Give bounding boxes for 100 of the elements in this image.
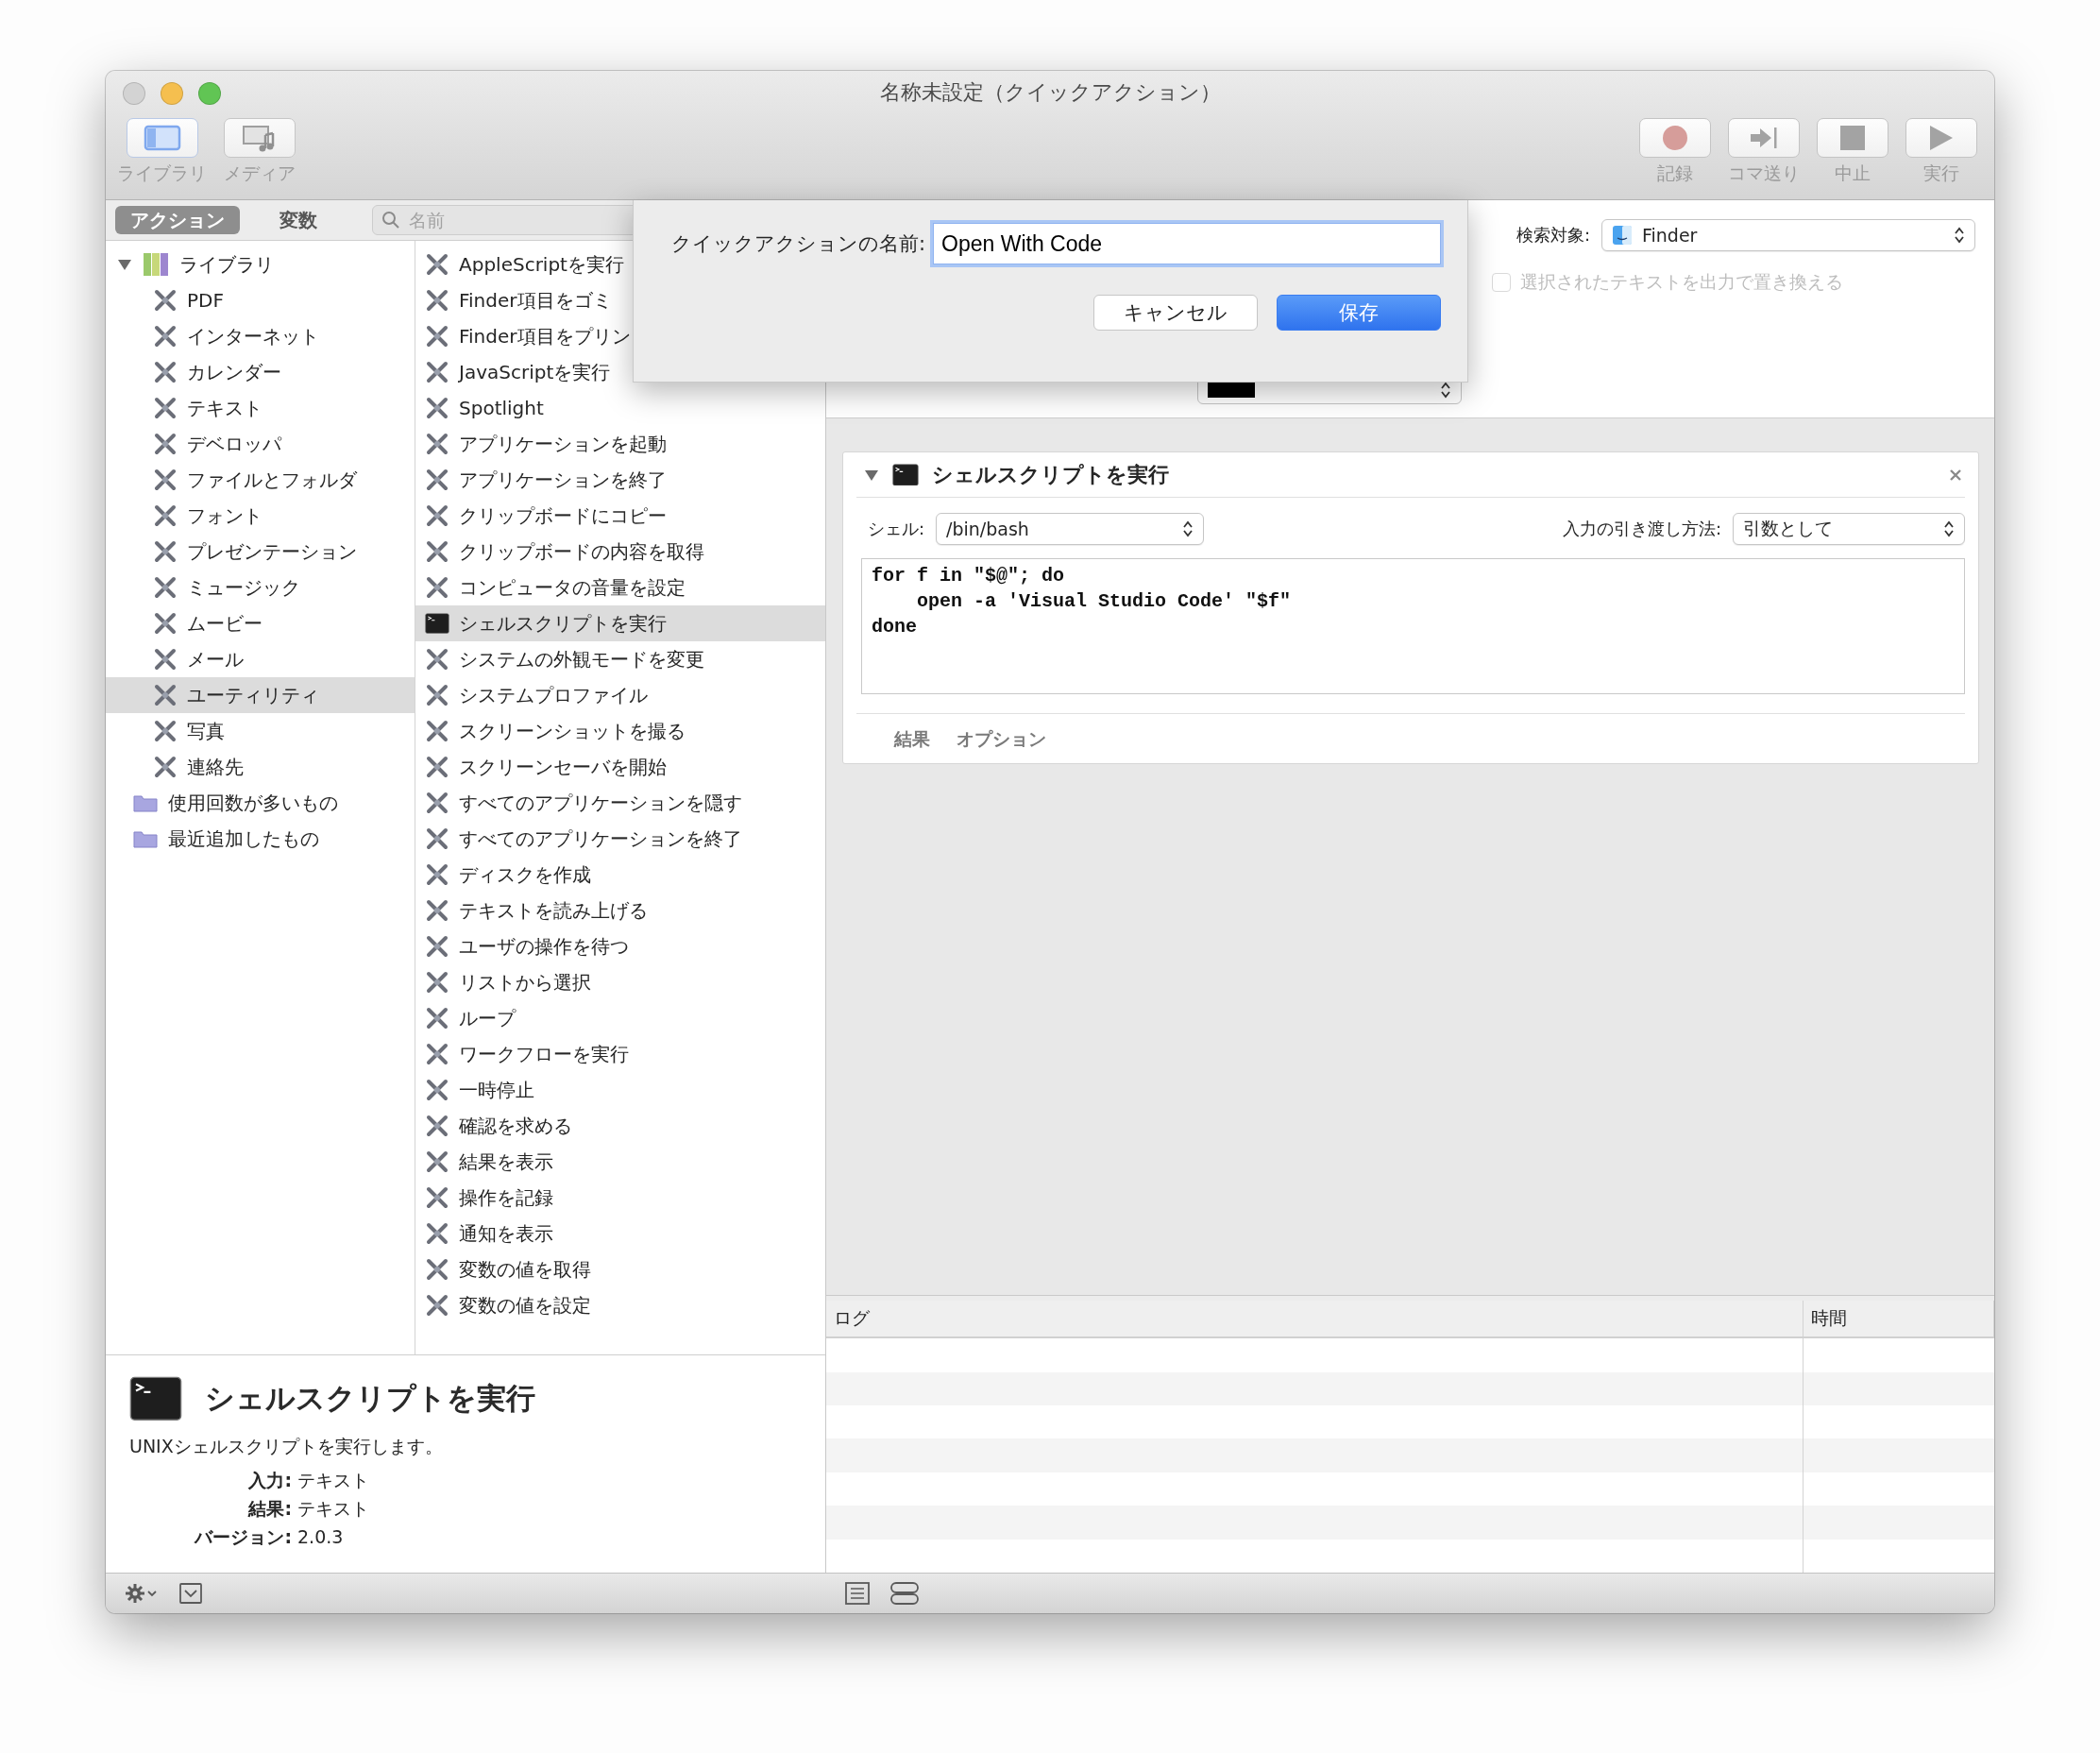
library-item[interactable]: ファイルとフォルダ [106, 462, 415, 498]
search-target-label: 検索対象: [1516, 224, 1590, 247]
action-item-label: Finder項目をゴミ [459, 287, 612, 314]
action-item[interactable]: スクリーンセーバを開始 [415, 749, 825, 785]
save-button[interactable]: 保存 [1277, 295, 1441, 331]
action-item[interactable]: シェルスクリプトを実行 [415, 605, 825, 641]
action-item[interactable]: アプリケーションを起動 [415, 426, 825, 462]
action-item-label: Spotlight [459, 397, 544, 419]
action-item-label: クリップボードにコピー [459, 502, 667, 529]
script-editor[interactable]: for f in "$@"; do open -a 'Visual Studio Code' "$f" done [861, 558, 1965, 694]
action-item[interactable]: ワークフローを実行 [415, 1036, 825, 1072]
action-item[interactable]: Spotlight [415, 390, 825, 426]
library-tab[interactable]: 変数 [264, 206, 332, 234]
library-item-label: テキスト [187, 395, 262, 421]
input-mode-popup[interactable]: 引数として [1733, 513, 1965, 545]
action-item-label: リストから選択 [459, 969, 591, 996]
action-item-label: アプリケーションを終了 [459, 467, 667, 493]
library-item[interactable]: ミュージック [106, 570, 415, 605]
action-item-label: すべてのアプリケーションを終了 [459, 825, 742, 852]
action-item[interactable]: ユーザの操作を待つ [415, 928, 825, 964]
action-item[interactable]: クリップボードの内容を取得 [415, 534, 825, 570]
action-item[interactable]: 結果を表示 [415, 1144, 825, 1180]
action-item-label: テキストを読み上げる [459, 897, 648, 924]
shell-popup[interactable]: /bin/bash [936, 513, 1205, 545]
library-item-label: プレゼンテーション [187, 538, 357, 565]
library-item-label: 最近追加したもの [168, 825, 319, 852]
action-item[interactable]: クリップボードにコピー [415, 498, 825, 534]
action-item-label: AppleScriptを実行 [459, 251, 624, 278]
library-item[interactable]: メール [106, 641, 415, 677]
action-item[interactable]: 変数の値を設定 [415, 1287, 825, 1323]
action-item[interactable]: 操作を記録 [415, 1180, 825, 1216]
library-item[interactable]: デベロッパ [106, 426, 415, 462]
library-item-label: 使用回数が多いもの [168, 790, 338, 816]
action-item-label: 通知を表示 [459, 1220, 553, 1247]
action-item[interactable]: すべてのアプリケーションを終了 [415, 821, 825, 857]
column-header[interactable]: 時間 [1804, 1301, 1994, 1337]
action-item-label: スクリーンセーバを開始 [459, 754, 667, 780]
library-item-label: デベロッパ [187, 431, 281, 457]
card-tab[interactable]: 結果 [894, 727, 930, 752]
checkbox-label: 選択されたテキストを出力で置き換える [1520, 270, 1843, 294]
action-item[interactable]: テキストを読み上げる [415, 893, 825, 928]
name-field[interactable]: Open With Code [933, 223, 1441, 264]
card-tab[interactable]: オプション [957, 727, 1046, 752]
library-item[interactable]: カレンダー [106, 354, 415, 390]
library-item[interactable]: フォント [106, 498, 415, 534]
field-label: 結果: [246, 1496, 292, 1521]
action-item-label: 操作を記録 [459, 1184, 553, 1211]
action-item-label: ループ [459, 1005, 516, 1031]
description-title: シェルスクリプトを実行 [205, 1379, 535, 1417]
library-item[interactable]: 写真 [106, 713, 415, 749]
action-item[interactable]: 一時停止 [415, 1072, 825, 1108]
library-item-label: ムービー [187, 610, 262, 637]
toolbar-label: 記録 [1657, 162, 1693, 185]
action-item[interactable]: スクリーンショットを撮る [415, 713, 825, 749]
action-item[interactable]: 変数の値を取得 [415, 1251, 825, 1287]
library-item[interactable]: プレゼンテーション [106, 534, 415, 570]
library-item-label: 連絡先 [187, 754, 244, 780]
action-item-label: 変数の値を設定 [459, 1292, 591, 1319]
action-item[interactable]: ループ [415, 1000, 825, 1036]
action-item[interactable]: コンピュータの音量を設定 [415, 570, 825, 605]
library-item[interactable]: インターネット [106, 318, 415, 354]
library-item-label: ファイルとフォルダ [187, 467, 357, 493]
library-item[interactable]: ユーティリティ [106, 677, 415, 713]
action-item-label: シェルスクリプトを実行 [459, 610, 667, 637]
library-item[interactable]: 連絡先 [106, 749, 415, 785]
library-item-label: ミュージック [187, 574, 300, 601]
action-item-label: クリップボードの内容を取得 [459, 538, 704, 565]
search-target-popup[interactable]: Finder [1601, 219, 1975, 251]
library-item[interactable]: PDF [106, 282, 415, 318]
action-item[interactable]: 通知を表示 [415, 1216, 825, 1251]
action-item-label: システムプロファイル [459, 682, 648, 708]
library-item-label: 写真 [187, 718, 225, 744]
library-item[interactable]: テキスト [106, 390, 415, 426]
library-item-label: インターネット [187, 323, 319, 349]
action-item[interactable]: 確認を求める [415, 1108, 825, 1144]
library-item[interactable]: ムービー [106, 605, 415, 641]
toolbar-label: 実行 [1923, 162, 1959, 185]
library-item[interactable]: ライブラリ [106, 247, 415, 282]
shell-label: シェル: [868, 518, 925, 540]
library-item-label: メール [187, 646, 244, 672]
toolbar-label: 中止 [1835, 162, 1871, 185]
action-item[interactable]: アプリケーションを終了 [415, 462, 825, 498]
action-item[interactable]: ディスクを作成 [415, 857, 825, 893]
library-item[interactable]: 最近追加したもの [106, 821, 415, 857]
field-value: テキスト [297, 1496, 370, 1521]
toolbar-label: コマ送り [1728, 162, 1800, 185]
column-header[interactable]: ログ [826, 1301, 1804, 1337]
cancel-button[interactable]: キャンセル [1093, 295, 1258, 331]
action-item-label: 一時停止 [459, 1077, 534, 1103]
field-label: バージョン: [193, 1524, 292, 1549]
library-item[interactable]: 使用回数が多いもの [106, 785, 415, 821]
action-item-label: Finder項目をプリン [459, 323, 631, 349]
action-item[interactable]: システムの外観モードを変更 [415, 641, 825, 677]
action-item[interactable]: すべてのアプリケーションを隠す [415, 785, 825, 821]
input-mode-label: 入力の引き渡し方法: [1562, 518, 1721, 540]
action-item-label: システムの外観モードを変更 [459, 646, 704, 672]
action-item-label: ユーザの操作を待つ [459, 933, 629, 960]
library-item-label: ライブラリ [179, 251, 274, 278]
action-item[interactable]: システムプロファイル [415, 677, 825, 713]
action-item[interactable]: リストから選択 [415, 964, 825, 1000]
